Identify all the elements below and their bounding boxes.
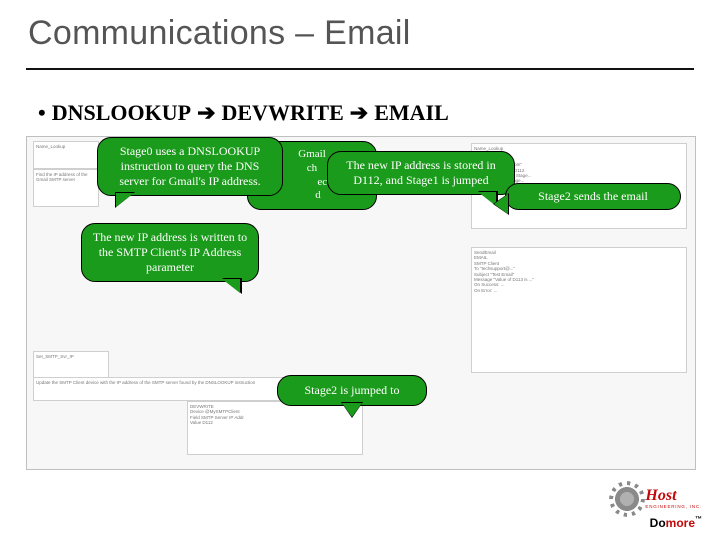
trademark-icon: ™ <box>695 516 702 523</box>
gear-icon <box>613 485 641 513</box>
callout-ip-written-smtp: The new IP address is written to the SMT… <box>81 223 259 282</box>
logo-host-text: Host <box>645 489 702 503</box>
bg-block-devwrite: DEVWRITE Device @MySMTPClient Field SMTP… <box>187 401 363 455</box>
bullet-line: • DNSLOOKUP ➔ DEVWRITE ➔ EMAIL <box>38 100 449 126</box>
callout-stage2-sends: Stage2 sends the email <box>505 183 681 210</box>
bullet-marker: • <box>38 100 46 126</box>
callout-text: Gmail <box>298 148 326 160</box>
bg-text: Find the IP address of the Gmail SMTP se… <box>36 172 87 182</box>
callout-tail-icon <box>116 193 134 207</box>
arrow-icon: ➔ <box>197 100 215 126</box>
callout-ip-stored: The new IP address is stored in D112, an… <box>327 151 515 195</box>
callout-text: The new IP address is written to the SMT… <box>93 230 247 274</box>
bullet-word-2: DEVWRITE <box>222 100 344 126</box>
bg-block-email: SendEmail EMAIL SMTP Client To "techsupp… <box>471 247 687 373</box>
bg-tag: Find the IP address of the Gmail SMTP se… <box>33 169 99 207</box>
bg-text: Set_SMTP_Svr_IP <box>36 354 74 359</box>
bg-tag: Set_SMTP_Svr_IP <box>33 351 109 379</box>
callout-text: Stage0 uses a DNSLOOKUP instruction to q… <box>119 144 260 188</box>
domore-do: Do <box>650 516 666 530</box>
bg-tag: Name_Lookup <box>33 141 99 169</box>
bullet-word-3: EMAIL <box>374 100 449 126</box>
logo-host-sub: ENGINEERING, INC. <box>645 504 702 509</box>
callout-text: Stage2 is jumped to <box>305 383 400 397</box>
callout-tail-icon <box>494 194 508 214</box>
bullet-word-1: DNSLOOKUP <box>52 100 191 126</box>
title-divider <box>26 68 694 70</box>
callout-stage0-dnslookup: Stage0 uses a DNSLOOKUP instruction to q… <box>97 137 283 196</box>
callout-stage2-jumped: Stage2 is jumped to <box>277 375 427 406</box>
callout-text: Stage2 sends the email <box>538 189 648 203</box>
slide-title: Communications – Email <box>28 14 411 53</box>
bg-text: Name_Lookup <box>36 144 65 149</box>
domore-more: more <box>666 516 695 530</box>
callout-text: The new IP address is stored in D112, an… <box>346 158 496 187</box>
host-engineering-logo: Host ENGINEERING, INC. <box>613 485 702 513</box>
callout-tail-icon <box>222 279 240 293</box>
diagram-canvas: Name_Lookup Find the IP address of the G… <box>26 136 696 470</box>
logo-area: Host ENGINEERING, INC. Domore™ <box>613 485 702 530</box>
bg-text: Update the SMTP Client device with the I… <box>36 380 255 385</box>
arrow-icon: ➔ <box>350 100 368 126</box>
callout-tail-icon <box>342 403 362 417</box>
domore-logo: Domore™ <box>650 516 702 530</box>
callout-text: d <box>303 189 321 201</box>
callout-text: ch <box>307 162 317 174</box>
